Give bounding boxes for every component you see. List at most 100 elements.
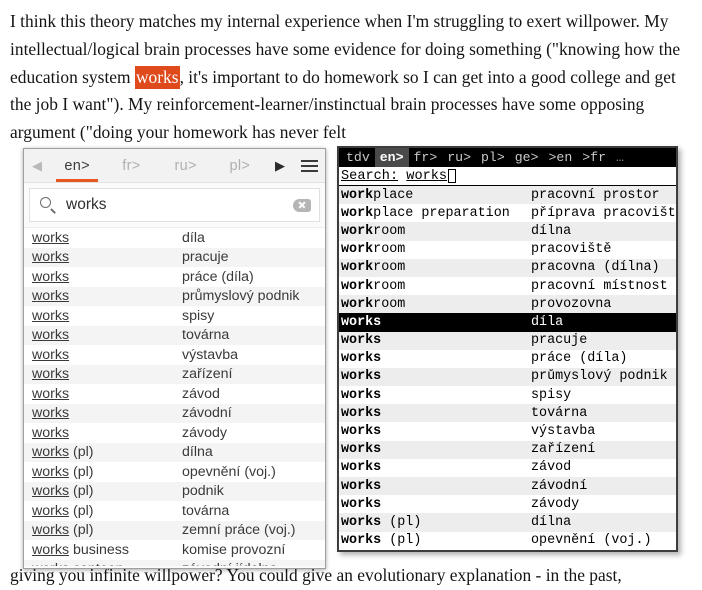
result-term-match: work	[341, 205, 374, 221]
right-result-row[interactable]: works závody	[339, 495, 676, 513]
right-tabbar[interactable]: tdv en> fr> ru> pl> ge> >en >fr…	[339, 148, 676, 167]
result-term: works	[341, 388, 531, 403]
result-translation: továrna	[531, 405, 588, 421]
right-tab-ru[interactable]: ru>	[442, 148, 476, 167]
right-tab-fr[interactable]: >fr	[577, 148, 611, 167]
left-result-row[interactable]: works (pl) dílna	[24, 442, 325, 462]
left-result-row[interactable]: works závodní	[24, 403, 325, 423]
right-result-row[interactable]: works (pl) opevnění (voj.)	[339, 532, 676, 550]
result-term-headword: works	[32, 444, 70, 461]
result-translation: továrna	[182, 327, 230, 344]
left-result-row[interactable]: works (pl) podnik	[24, 481, 325, 501]
right-result-row[interactable]: workroom pracovna (dílna)	[339, 258, 676, 277]
left-tab-pl[interactable]: pl>	[213, 149, 267, 182]
result-translation: podnik	[182, 483, 224, 500]
right-result-row[interactable]: works (pl) dílna	[339, 513, 676, 532]
scroll-left-arrow-icon[interactable]: ◀	[24, 149, 50, 182]
left-search-bar[interactable]: works	[29, 188, 320, 222]
result-term-rest: (pl)	[381, 533, 422, 549]
right-tab-en[interactable]: en>	[374, 148, 409, 167]
result-term-headword: works	[32, 463, 70, 480]
right-result-row[interactable]: works pracuje	[339, 331, 676, 350]
search-input[interactable]: works	[66, 196, 293, 214]
right-result-row[interactable]: workplace preparation příprava pracoviště	[339, 204, 676, 222]
result-term: works	[32, 308, 182, 324]
right-search-input[interactable]: works	[406, 169, 447, 184]
left-result-row[interactable]: works díla	[24, 228, 325, 248]
article-paragraph: I think this theory matches my internal …	[10, 8, 692, 147]
result-term: works	[341, 442, 531, 457]
right-tab-fr[interactable]: fr>	[409, 148, 443, 167]
left-result-row[interactable]: works továrna	[24, 325, 325, 345]
right-tab-ge[interactable]: ge>	[510, 148, 544, 167]
result-translation: pracuje	[182, 249, 229, 266]
left-result-row[interactable]: works (pl) zemní práce (voj.)	[24, 520, 325, 540]
result-term-match: works	[341, 460, 382, 476]
left-result-row[interactable]: works pracuje	[24, 247, 325, 267]
result-term-headword: works	[32, 424, 70, 441]
dictionary-popup-right[interactable]: tdv en> fr> ru> pl> ge> >en >fr… Search: works …	[337, 146, 678, 552]
result-translation: práce (díla)	[182, 268, 254, 285]
right-result-row[interactable]: workplace pracovní prostor	[339, 186, 676, 205]
right-result-row[interactable]: works spisy	[339, 386, 676, 404]
left-tab-en[interactable]: en>	[50, 149, 104, 182]
right-result-row[interactable]: workroom provozovna	[339, 295, 676, 314]
scroll-right-arrow-icon[interactable]: ▶	[267, 149, 293, 182]
right-result-row[interactable]: works (pl)podnik	[339, 549, 676, 550]
right-result-row[interactable]: works zařízení	[339, 440, 676, 459]
result-term: works (pl)	[32, 464, 182, 480]
left-tabbar[interactable]: ◀ en> fr> ru> pl> ▶	[24, 149, 325, 183]
left-result-row[interactable]: works (pl) továrna	[24, 501, 325, 521]
clear-search-icon[interactable]	[293, 198, 311, 212]
right-result-row[interactable]: works práce (díla)	[339, 350, 676, 368]
right-tab-pl[interactable]: pl>	[476, 148, 510, 167]
right-result-row[interactable]: works průmyslový podnik	[339, 367, 676, 387]
result-term-match: works	[341, 442, 382, 458]
left-result-row[interactable]: works práce (díla)	[24, 267, 325, 287]
left-result-row[interactable]: works canteenzávodní jídelna	[24, 559, 325, 566]
result-translation: opevnění (voj.)	[182, 463, 276, 480]
selected-word-highlight[interactable]: works	[132, 65, 180, 89]
result-term-headword: works	[32, 346, 70, 363]
result-term: works	[32, 230, 182, 246]
result-term: works	[32, 269, 182, 285]
result-term-suffix: (pl)	[69, 502, 94, 519]
right-tab-more[interactable]: …	[611, 148, 629, 167]
result-term-suffix: (pl)	[69, 522, 94, 539]
left-tab-fr[interactable]: fr>	[104, 149, 158, 182]
right-search-bar[interactable]: Search: works	[339, 167, 676, 186]
left-result-row[interactable]: works závod	[24, 384, 325, 404]
left-result-row[interactable]: works spisy	[24, 306, 325, 326]
left-tab-list[interactable]: en> fr> ru> pl>	[50, 149, 267, 182]
right-result-row[interactable]: workroom dílna	[339, 222, 676, 241]
left-results-list[interactable]: works díla works pracuje works práce (díla) wo…	[24, 227, 325, 566]
right-results-list[interactable]: workplace pracovní prostor workplace prepa…	[339, 186, 676, 550]
right-tab-tdv[interactable]: tdv	[341, 148, 375, 167]
left-tab-ru[interactable]: ru>	[159, 149, 213, 182]
right-result-row[interactable]: works továrna	[339, 404, 676, 423]
left-result-row[interactable]: works výstavba	[24, 345, 325, 365]
left-result-row[interactable]: works zařízení	[24, 364, 325, 384]
right-result-row[interactable]: works výstavba	[339, 422, 676, 440]
result-term-headword: works	[32, 327, 70, 344]
result-translation: výstavba	[182, 346, 238, 363]
left-result-row[interactable]: works závody	[24, 423, 325, 443]
left-result-row[interactable]: works business komise provozní	[24, 540, 325, 560]
result-term-match: works	[341, 424, 382, 440]
dictionary-popup-left[interactable]: ◀ en> fr> ru> pl> ▶ works works díla works pra…	[23, 148, 326, 569]
right-result-row[interactable]: workroom pracoviště	[339, 241, 676, 259]
right-result-row-selected[interactable]: works díla	[339, 313, 676, 332]
right-search-label: Search:	[341, 168, 399, 184]
result-term-rest: room	[373, 223, 406, 239]
right-result-row[interactable]: works závod	[339, 459, 676, 477]
right-result-row[interactable]: workroom pracovní místnost …	[339, 277, 676, 295]
right-result-row[interactable]: works závodní	[339, 477, 676, 496]
result-term-headword: works	[32, 385, 70, 402]
result-translation: pracuje	[531, 333, 588, 349]
result-term: workroom	[341, 224, 531, 239]
hamburger-menu-button[interactable]	[293, 149, 325, 182]
left-result-row[interactable]: works průmyslový podnik	[24, 286, 325, 306]
left-result-row[interactable]: works (pl) opevnění (voj.)	[24, 462, 325, 482]
right-tab-en[interactable]: >en	[544, 148, 578, 167]
result-term-rest: place	[373, 187, 414, 203]
